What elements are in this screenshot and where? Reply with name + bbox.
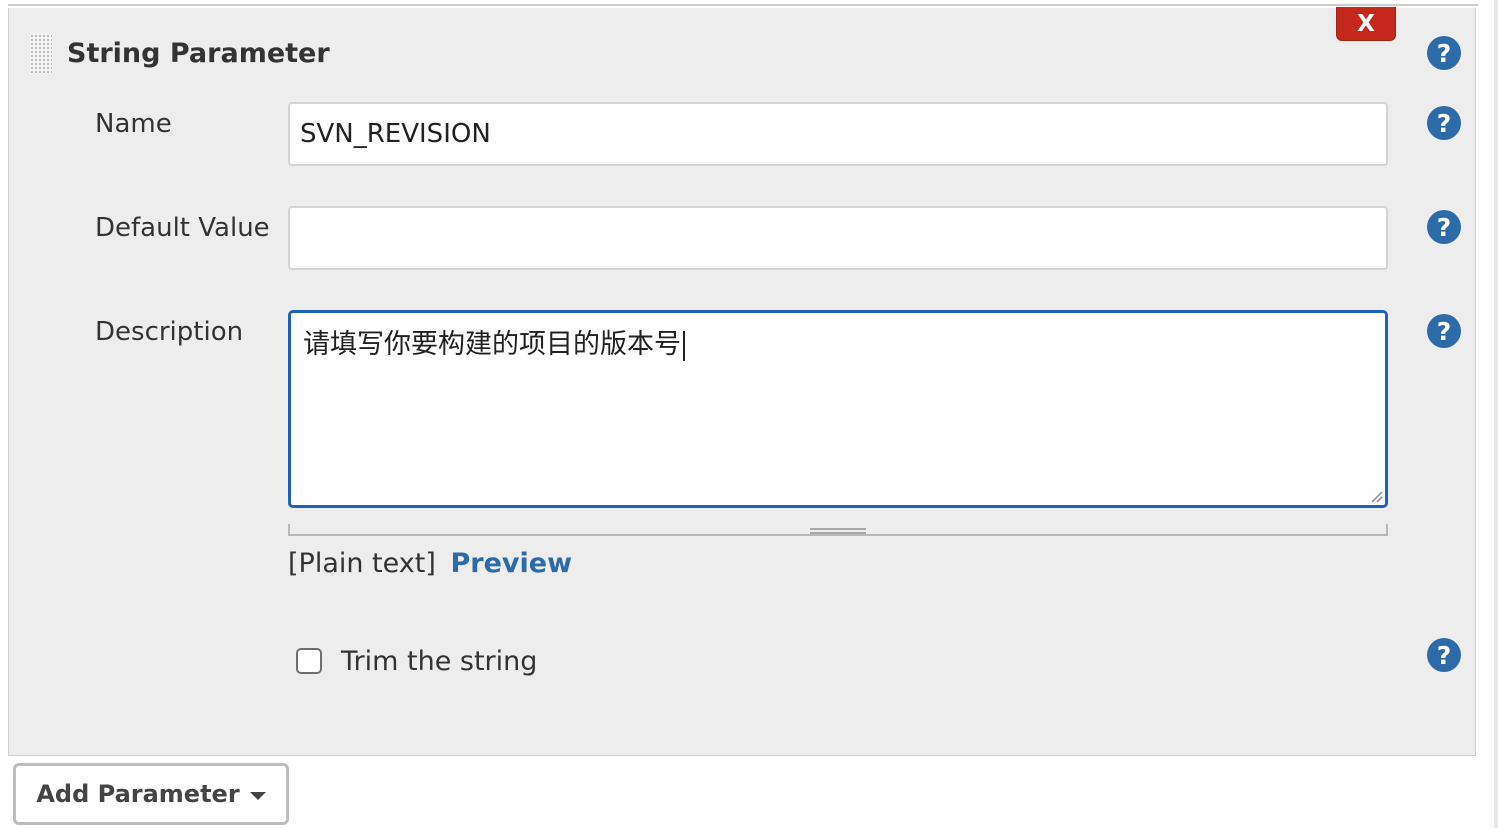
text-caret <box>683 330 685 361</box>
drag-handle[interactable] <box>30 34 52 74</box>
help-icon[interactable]: ? <box>1427 36 1461 70</box>
help-icon-description[interactable]: ? <box>1427 314 1461 348</box>
add-parameter-button[interactable]: Add Parameter <box>13 763 289 825</box>
textarea-resize-bar[interactable] <box>288 524 1388 536</box>
default-value-label: Default Value <box>95 213 270 243</box>
preview-link[interactable]: Preview <box>450 548 572 579</box>
name-input[interactable] <box>288 102 1388 166</box>
section-title: String Parameter <box>67 38 330 69</box>
description-textarea[interactable]: 请填写你要构建的项目的版本号 <box>288 310 1388 508</box>
resize-grip-icon[interactable] <box>1369 489 1383 503</box>
window-edge <box>1494 0 1498 828</box>
description-text: 请填写你要构建的项目的版本号 <box>303 329 681 360</box>
caret-down-icon <box>249 791 266 800</box>
trim-checkbox[interactable] <box>296 648 322 674</box>
trim-checkbox-label: Trim the string <box>341 646 538 677</box>
default-value-input[interactable] <box>288 206 1388 270</box>
plain-text-label: [Plain text] <box>288 548 436 579</box>
delete-button[interactable]: X <box>1336 7 1396 41</box>
description-label: Description <box>95 317 244 347</box>
name-label: Name <box>95 109 172 139</box>
top-divider <box>8 4 1478 6</box>
help-icon-default-value[interactable]: ? <box>1427 210 1461 244</box>
resize-handle-icon[interactable] <box>810 528 866 534</box>
help-icon-name[interactable]: ? <box>1427 106 1461 140</box>
format-row: [Plain text] Preview <box>288 548 572 579</box>
add-parameter-label: Add Parameter <box>36 780 240 808</box>
help-icon-trim[interactable]: ? <box>1427 638 1461 672</box>
